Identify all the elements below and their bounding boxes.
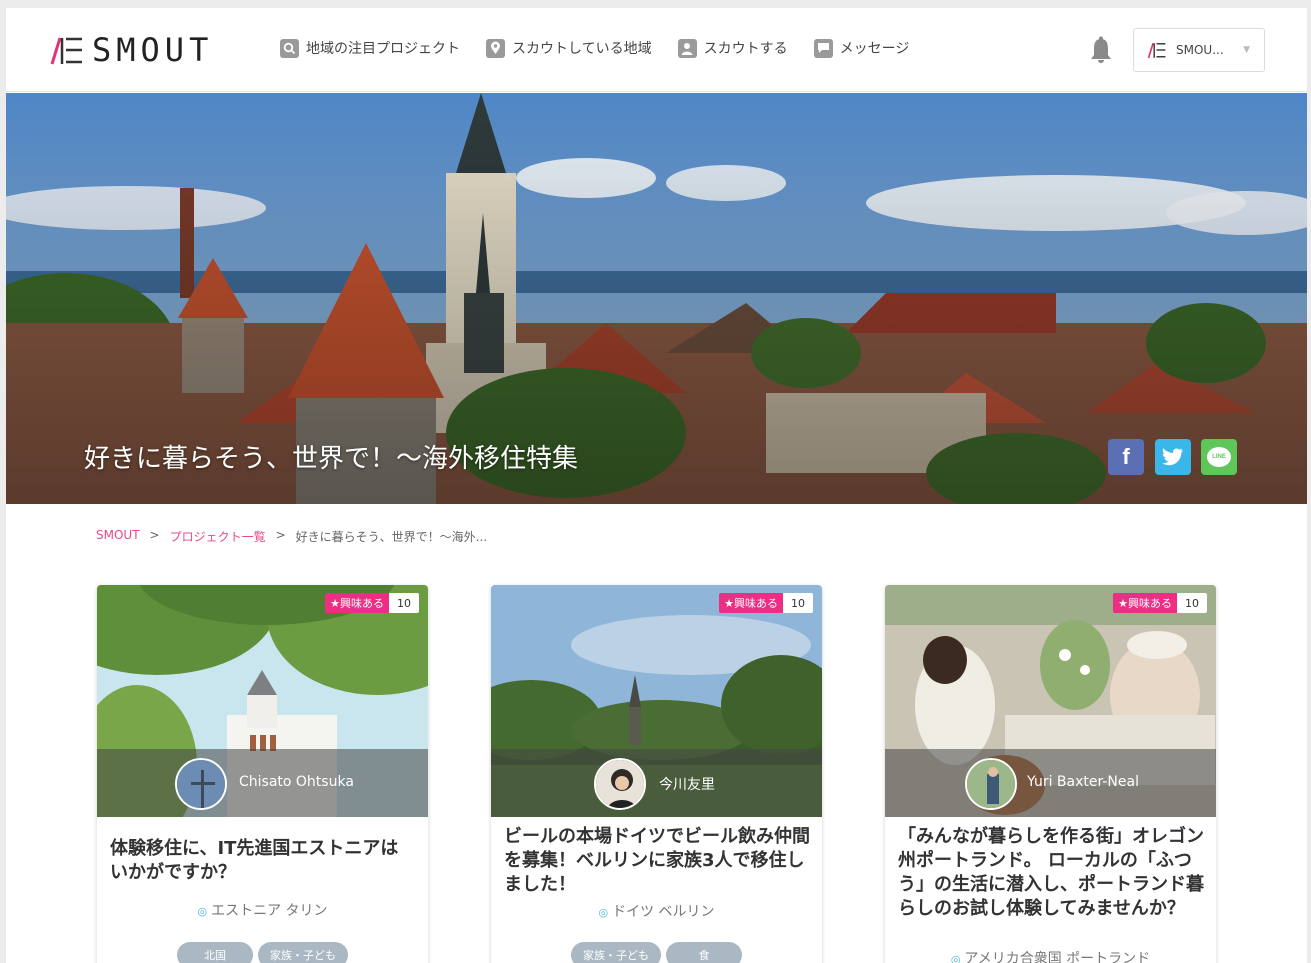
project-location: ◎ エストニア タリン — [97, 900, 428, 920]
smout-logo[interactable]: SMOUT — [48, 30, 213, 70]
page: SMOUT 地域の注目プロジェクト スカウトしている地域 スカウトする メッセー… — [6, 8, 1307, 963]
project-card[interactable]: ★興味ある 10 今川友里 ビールの本場ドイツでビール飲み仲間を募集！ベルリンに… — [491, 585, 822, 963]
line-share-button[interactable]: LINE — [1201, 439, 1237, 475]
account-menu[interactable]: SMOU... ▼ — [1133, 28, 1265, 72]
author-bar: Chisato Ohtsuka — [97, 749, 428, 817]
account-logo-icon — [1147, 43, 1166, 59]
author-name[interactable]: Yuri Baxter-Neal — [1027, 774, 1139, 790]
nav-featured-projects[interactable]: 地域の注目プロジェクト — [280, 38, 460, 58]
tag-chip[interactable]: 家族・子ども — [571, 942, 661, 963]
interest-badge[interactable]: ★興味ある 10 — [325, 593, 419, 613]
avatar-image — [596, 760, 644, 808]
nav-messages[interactable]: メッセージ — [813, 38, 910, 58]
tag-chip[interactable]: 北国 — [177, 942, 253, 963]
project-card-image: ★興味ある 10 Chisato Ohtsuka — [97, 585, 428, 817]
breadcrumb: SMOUT > プロジェクト一覧 > 好きに暮らそう、世界で！〜海外... — [96, 528, 487, 545]
avatar[interactable] — [175, 758, 227, 810]
project-location: ◎ アメリカ合衆国 ポートランド — [885, 948, 1216, 963]
avatar[interactable] — [594, 758, 646, 810]
interest-label: ★興味ある — [1113, 593, 1177, 613]
twitter-icon — [1162, 448, 1183, 466]
nav-scouting-regions[interactable]: スカウトしている地域 — [486, 38, 652, 58]
hero-title: 好きに暮らそう、世界で！〜海外移住特集 — [84, 444, 579, 474]
breadcrumb-separator: > — [275, 528, 286, 542]
nav-scout[interactable]: スカウトする — [677, 38, 788, 58]
breadcrumb-project-list-link[interactable]: プロジェクト一覧 — [170, 528, 266, 545]
hero-banner: 好きに暮らそう、世界で！〜海外移住特集 f LINE — [6, 93, 1307, 504]
avatar[interactable] — [965, 758, 1017, 810]
avatar-image — [177, 760, 225, 808]
location-pin-icon: ◎ — [197, 905, 208, 918]
tag-chip[interactable]: 家族・子ども — [258, 942, 348, 963]
interest-count: 10 — [1177, 593, 1207, 613]
project-card-image: ★興味ある 10 今川友里 — [491, 585, 822, 817]
breadcrumb-current: 好きに暮らそう、世界で！〜海外... — [295, 530, 488, 544]
line-icon: LINE — [1207, 447, 1231, 467]
nav-label: スカウトしている地域 — [512, 41, 652, 57]
project-title[interactable]: 「みんなが暮らしを作る街」オレゴン州ポートランド。 ローカルの「ふつう」の生活に… — [898, 825, 1204, 921]
logo-text: SMOUT — [92, 31, 214, 69]
author-bar: 今川友里 — [491, 749, 822, 817]
facebook-icon: f — [1122, 444, 1130, 469]
location-text: アメリカ合衆国 ポートランド — [964, 951, 1151, 963]
nav-label: 地域の注目プロジェクト — [306, 41, 460, 57]
nav-label: スカウトする — [703, 41, 788, 57]
person-icon — [677, 38, 697, 58]
author-name[interactable]: Chisato Ohtsuka — [239, 774, 354, 790]
notification-bell-icon[interactable] — [1089, 36, 1113, 64]
location-text: ドイツ ベルリン — [612, 904, 715, 920]
tag-list: 家族・子ども 食 — [491, 942, 822, 963]
breadcrumb-separator: > — [149, 528, 160, 542]
author-bar: Yuri Baxter-Neal — [885, 749, 1216, 817]
project-title[interactable]: ビールの本場ドイツでビール飲み仲間を募集！ベルリンに家族3人で移住しました！ — [504, 825, 810, 897]
interest-count: 10 — [783, 593, 813, 613]
facebook-share-button[interactable]: f — [1108, 439, 1144, 475]
author-name[interactable]: 今川友里 — [659, 774, 715, 794]
nav-label: メッセージ — [839, 41, 910, 57]
project-card-image: ★興味ある 10 Yuri Baxter-Neal — [885, 585, 1216, 817]
interest-badge[interactable]: ★興味ある 10 — [1113, 593, 1207, 613]
interest-count: 10 — [389, 593, 419, 613]
breadcrumb-home-link[interactable]: SMOUT — [96, 528, 140, 545]
project-card[interactable]: ★興味ある 10 Chisato Ohtsuka 体験移住に、IT先進国エストニ… — [97, 585, 428, 963]
chat-icon — [813, 38, 833, 58]
avatar-image — [967, 760, 1015, 808]
site-header: SMOUT 地域の注目プロジェクト スカウトしている地域 スカウトする メッセー… — [6, 8, 1307, 92]
main-nav: 地域の注目プロジェクト スカウトしている地域 スカウトする メッセージ — [280, 38, 909, 58]
map-pin-icon — [486, 38, 505, 58]
twitter-share-button[interactable] — [1155, 439, 1191, 475]
interest-label: ★興味ある — [719, 593, 783, 613]
project-title[interactable]: 体験移住に、IT先進国エストニアはいかがですか？ — [110, 837, 416, 885]
smout-logo-mark-icon — [50, 37, 82, 65]
interest-badge[interactable]: ★興味ある 10 — [719, 593, 813, 613]
interest-label: ★興味ある — [325, 593, 389, 613]
project-card[interactable]: ★興味ある 10 Yuri Baxter-Neal 「みんなが暮らしを作る街」オ… — [885, 585, 1216, 963]
project-location: ◎ ドイツ ベルリン — [491, 901, 822, 921]
search-icon — [280, 38, 299, 58]
tag-list: 北国 家族・子ども — [97, 942, 428, 963]
location-pin-icon: ◎ — [950, 953, 961, 963]
tag-chip[interactable]: 食 — [666, 942, 742, 963]
chevron-down-icon: ▼ — [1243, 45, 1250, 55]
location-pin-icon: ◎ — [598, 906, 609, 919]
account-name: SMOU... — [1176, 43, 1224, 57]
location-text: エストニア タリン — [211, 903, 328, 919]
